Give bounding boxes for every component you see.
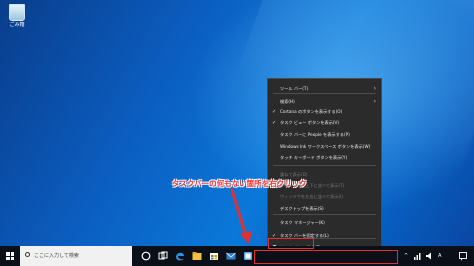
- app-icon[interactable]: [242, 250, 254, 262]
- taskbar-settings-highlight: [268, 238, 314, 249]
- store-icon[interactable]: [208, 250, 220, 262]
- edge-icon[interactable]: [174, 250, 186, 262]
- notification-icon[interactable]: [458, 251, 468, 261]
- tray-overflow-chevron[interactable]: ^: [404, 246, 408, 266]
- explorer-icon[interactable]: [191, 250, 203, 262]
- network-icon[interactable]: [413, 251, 423, 261]
- callout-text: タスクバーの何もない箇所を右クリック: [172, 179, 307, 188]
- taskbar-empty-area-highlight: [254, 250, 398, 264]
- start-button[interactable]: [0, 246, 20, 266]
- mail-icon[interactable]: [225, 250, 237, 262]
- cortana-icon[interactable]: [140, 250, 152, 262]
- callout-arrow: [230, 188, 252, 244]
- search-icon: [25, 252, 30, 257]
- ime-indicator[interactable]: A: [438, 246, 441, 266]
- task-view-icon[interactable]: [157, 250, 169, 262]
- speaker-icon[interactable]: [425, 251, 435, 261]
- search-placeholder: ここに入力して検索: [34, 253, 79, 259]
- taskbar[interactable]: ここに入力して検索 ^ A: [0, 246, 474, 266]
- search-box[interactable]: ここに入力して検索: [20, 246, 132, 266]
- windows-logo-icon: [6, 252, 14, 260]
